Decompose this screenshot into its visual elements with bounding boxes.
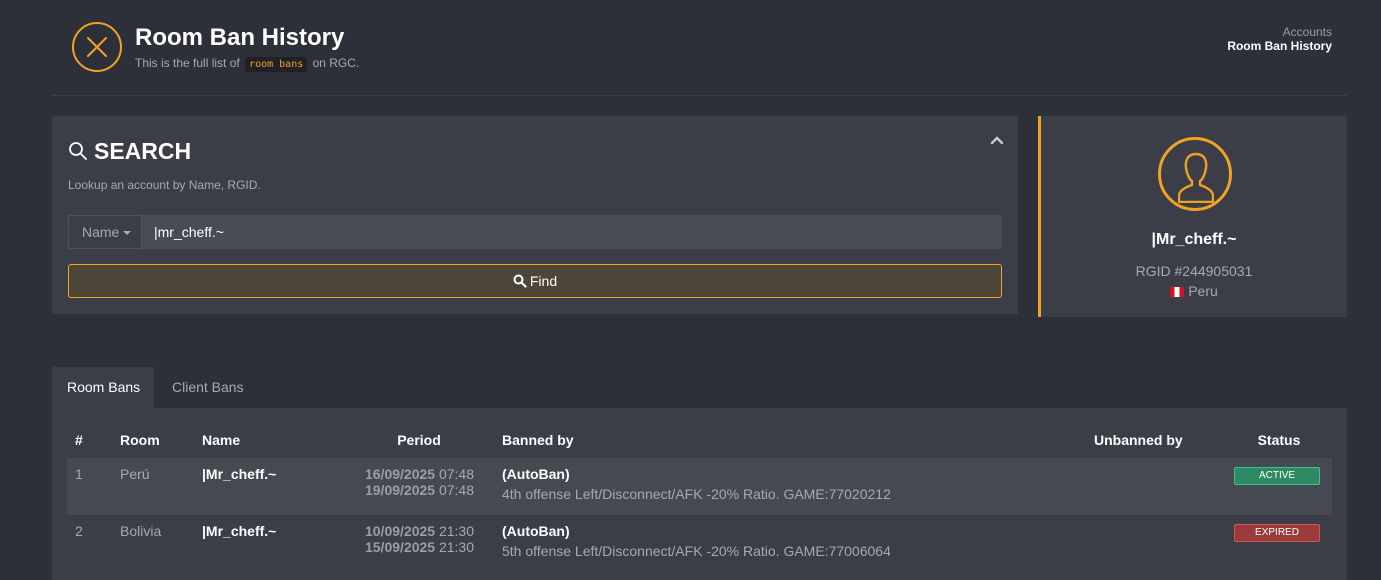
period-end-date: 19/09/2025 — [364, 482, 436, 498]
search-icon — [69, 142, 87, 160]
table-header-row: # Room Name Period Banned by Unbanned by… — [67, 422, 1332, 458]
search-help-text: Lookup an account by Name, RGID. — [68, 178, 261, 192]
search-input[interactable] — [142, 215, 1002, 249]
breadcrumb-current: Room Ban History — [1227, 39, 1332, 53]
row-banned-by: (AutoBan) 4th offense Left/Disconnect/AF… — [494, 458, 1086, 515]
period-end-time: 21:30 — [438, 539, 474, 555]
period-start-date: 10/09/2025 — [364, 523, 436, 539]
banned-by-name: (AutoBan) — [502, 523, 570, 539]
profile-card: |Mr_cheff.~ RGID #244905031 Peru — [1038, 116, 1347, 317]
row-status: ACTIVE — [1226, 458, 1332, 515]
row-period: 10/09/2025 21:30 15/09/2025 21:30 — [344, 515, 494, 572]
search-title-text: SEARCH — [94, 138, 192, 164]
profile-name: |Mr_cheff.~ — [1151, 231, 1237, 248]
bans-table: # Room Name Period Banned by Unbanned by… — [67, 422, 1332, 572]
subtitle-suffix: on RGC. — [312, 56, 360, 70]
period-start-time: 21:30 — [438, 523, 474, 539]
header-name: Name — [202, 432, 241, 448]
row-period: 16/09/2025 07:48 19/09/2025 07:48 — [344, 458, 494, 515]
row-name[interactable]: |Mr_cheff.~ — [194, 515, 344, 572]
page-title: Room Ban History — [135, 24, 345, 51]
page-header: Room Ban History This is the full list o… — [52, 0, 1347, 96]
find-button-label: Find — [529, 273, 558, 289]
collapse-chevron-up-icon[interactable] — [990, 132, 1004, 150]
table-row: 1 Perú |Mr_cheff.~ 16/09/2025 07:48 19/0… — [67, 458, 1332, 515]
subtitle-prefix: This is the full list of — [135, 56, 240, 70]
row-num: 2 — [75, 523, 83, 539]
ban-logo-icon — [72, 22, 122, 72]
breadcrumb-accounts[interactable]: Accounts — [1227, 25, 1332, 39]
row-num: 1 — [75, 466, 83, 482]
find-search-icon — [513, 274, 527, 288]
profile-country: Peru — [1041, 283, 1347, 299]
header-unbanned-by: Unbanned by — [1094, 432, 1183, 448]
tab-room-bans[interactable]: Room Bans — [52, 367, 154, 408]
banned-by-name: (AutoBan) — [502, 466, 570, 482]
user-avatar-icon — [1158, 137, 1232, 211]
status-badge: EXPIRED — [1234, 524, 1320, 542]
header-num: # — [75, 432, 83, 448]
period-start-date: 16/09/2025 — [364, 466, 436, 482]
status-badge: ACTIVE — [1234, 467, 1320, 485]
tab-client-bans[interactable]: Client Bans — [157, 367, 259, 408]
bans-table-panel: # Room Name Period Banned by Unbanned by… — [52, 408, 1347, 580]
period-end-date: 15/09/2025 — [364, 539, 436, 555]
header-period: Period — [397, 432, 441, 448]
row-room: Perú — [120, 466, 150, 482]
page-subtitle: This is the full list of room bans on RG… — [135, 56, 360, 72]
profile-country-name: Peru — [1188, 283, 1218, 299]
period-end-time: 07:48 — [438, 482, 474, 498]
caret-down-icon — [123, 231, 132, 235]
period-start-time: 07:48 — [438, 466, 474, 482]
row-status: EXPIRED — [1226, 515, 1332, 572]
find-button[interactable]: Find — [68, 264, 1002, 298]
peru-flag-icon — [1170, 287, 1185, 297]
ban-reason: 5th offense Left/Disconnect/AFK -20% Rat… — [502, 543, 891, 559]
row-unbanned-by — [1086, 458, 1226, 515]
row-name[interactable]: |Mr_cheff.~ — [194, 458, 344, 515]
header-room: Room — [120, 432, 160, 448]
row-banned-by: (AutoBan) 5th offense Left/Disconnect/AF… — [494, 515, 1086, 572]
subtitle-code: room bans — [245, 57, 308, 72]
search-panel: SEARCH Lookup an account by Name, RGID. … — [52, 116, 1018, 314]
search-type-select[interactable]: Name — [68, 215, 142, 249]
page: Room Ban History This is the full list o… — [52, 0, 1347, 580]
table-row: 2 Bolivia |Mr_cheff.~ 10/09/2025 21:30 1… — [67, 515, 1332, 572]
row-room: Bolivia — [120, 523, 162, 539]
header-banned-by: Banned by — [502, 432, 574, 448]
search-type-value: Name — [82, 224, 120, 240]
breadcrumb: Accounts Room Ban History — [1227, 25, 1332, 53]
ban-reason: 4th offense Left/Disconnect/AFK -20% Rat… — [502, 486, 891, 502]
search-title: SEARCH — [68, 138, 191, 165]
header-status: Status — [1257, 432, 1301, 448]
row-unbanned-by — [1086, 515, 1226, 572]
profile-rgid: RGID #244905031 — [1135, 263, 1253, 279]
